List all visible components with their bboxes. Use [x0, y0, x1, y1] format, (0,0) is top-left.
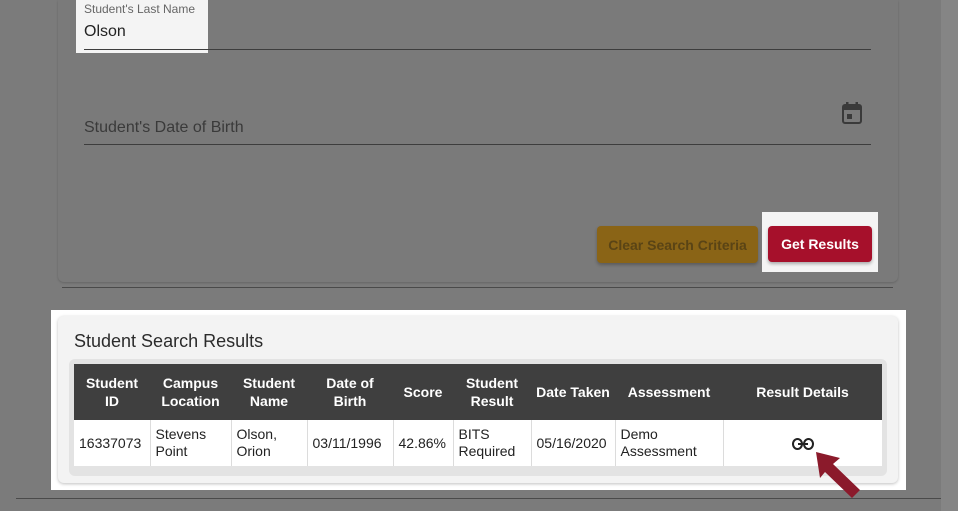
table-header-row: Student ID Campus Location Student Name … [74, 364, 882, 420]
cell-date-taken: 05/16/2020 [531, 420, 616, 466]
column-header-date-of-birth[interactable]: Date of Birth [307, 364, 393, 420]
cell-student-result: BITS Required [453, 420, 532, 466]
table-row: 16337073 Stevens Point Olson, Orion 03/1… [74, 420, 882, 466]
cell-assessment: Demo Assessment [615, 420, 724, 466]
column-header-student-name[interactable]: Student Name [231, 364, 307, 420]
divider [16, 498, 941, 499]
column-header-score[interactable]: Score [393, 364, 453, 420]
right-gutter [941, 0, 958, 511]
last-name-underline [84, 49, 871, 50]
column-header-student-result[interactable]: Student Result [453, 364, 531, 420]
results-table: Student ID Campus Location Student Name … [74, 364, 882, 466]
get-results-button[interactable]: Get Results [768, 226, 872, 262]
cell-date-of-birth: 03/11/1996 [307, 420, 394, 466]
column-header-student-id[interactable]: Student ID [74, 364, 150, 420]
date-of-birth-input[interactable]: Student's Date of Birth [84, 119, 244, 137]
divider [62, 287, 893, 288]
results-title: Student Search Results [74, 331, 264, 351]
calendar-icon[interactable] [842, 102, 862, 124]
last-name-label: Student's Last Name [84, 2, 196, 16]
cell-student-name: Olson, Orion [231, 420, 308, 466]
cell-campus-location: Stevens Point [150, 420, 232, 466]
clear-search-button[interactable]: Clear Search Criteria [597, 226, 758, 263]
cell-student-id: 16337073 [74, 420, 151, 466]
pointer-arrow-icon [816, 452, 860, 498]
column-header-campus-location[interactable]: Campus Location [150, 364, 231, 420]
cell-score: 42.86% [393, 420, 454, 466]
column-header-date-taken[interactable]: Date Taken [531, 364, 615, 420]
date-of-birth-underline [84, 144, 871, 145]
column-header-result-details[interactable]: Result Details [723, 364, 882, 420]
column-header-assessment[interactable]: Assessment [615, 364, 723, 420]
last-name-input[interactable]: Olson [84, 23, 126, 41]
link-icon[interactable] [791, 437, 814, 450]
